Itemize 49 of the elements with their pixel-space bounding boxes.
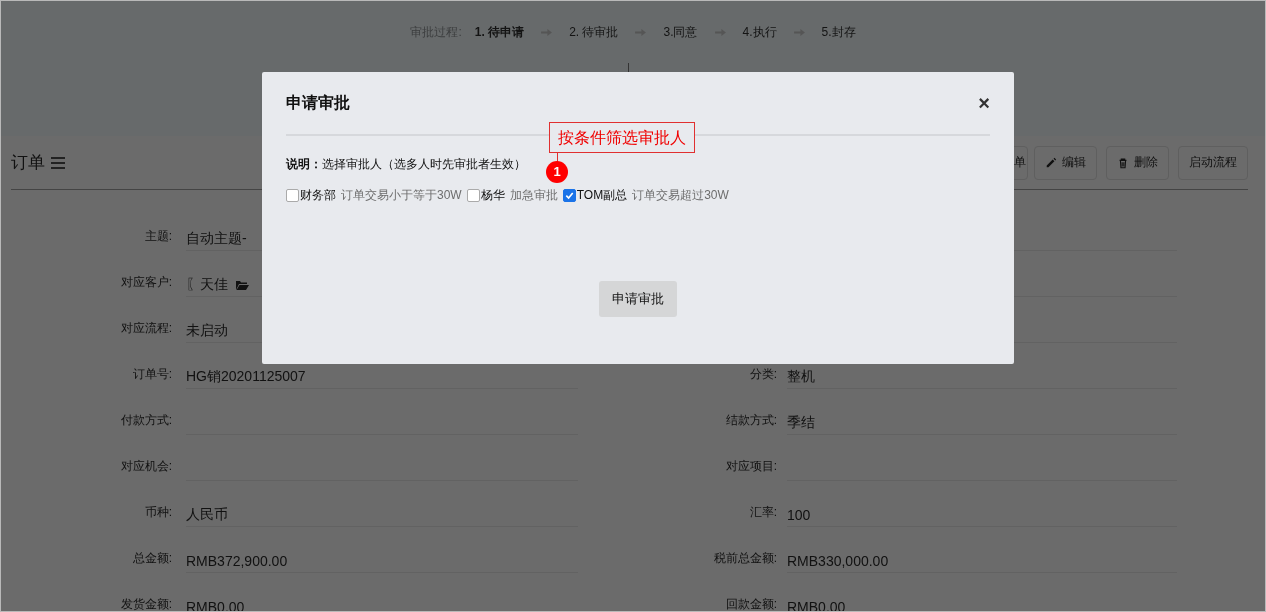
field-label: 订单号:: [131, 366, 173, 383]
description-text: 说明：选择审批人（选多人时先审批者生效）: [286, 156, 526, 173]
approver-condition: 订单交易小于等于30W: [341, 187, 462, 204]
field-label: 结款方式:: [724, 412, 778, 429]
process-step: 4.执行: [742, 24, 777, 41]
field-value: 100: [787, 494, 1177, 527]
toolbar-button[interactable]: 启动流程: [1178, 145, 1248, 180]
field-label: 总金额:: [131, 550, 173, 567]
trash-icon: [1117, 156, 1129, 169]
value-text: 〖天佳: [186, 276, 228, 294]
field-label: 分类:: [748, 366, 778, 383]
field-label: 回款金额:: [724, 596, 778, 611]
approver-name[interactable]: TOM副总: [576, 187, 628, 204]
field-label: 税前总金额:: [712, 550, 778, 567]
page-title: 订单: [11, 152, 45, 174]
field-label: 对应客户:: [119, 274, 173, 291]
approver-condition: 加急审批: [509, 187, 558, 204]
field-label: 对应机会:: [119, 458, 173, 475]
menu-icon[interactable]: [51, 156, 65, 169]
field-label: 发货金额:: [119, 596, 173, 611]
field-label: 对应流程:: [119, 320, 173, 337]
toolbar-button[interactable]: 编辑: [1034, 145, 1097, 180]
field-value: RMB330,000.00: [787, 540, 1177, 573]
process-step: 1. 待申请: [474, 24, 525, 41]
checkbox[interactable]: [562, 189, 576, 202]
approver-name[interactable]: 财务部: [300, 187, 336, 204]
dialog-title: 申请审批: [286, 92, 350, 113]
close-button[interactable]: ×: [978, 91, 990, 115]
toolbar-button[interactable]: 删除: [1106, 145, 1169, 180]
field-value: 季结: [787, 402, 1177, 435]
field-label: 汇率:: [748, 504, 778, 521]
annotation-callout: 按条件筛选审批人: [549, 122, 695, 153]
leader-line: [557, 152, 558, 162]
checkbox[interactable]: [286, 189, 299, 202]
folder-icon: [234, 278, 250, 292]
pencil-icon: [1045, 156, 1057, 169]
submit-button[interactable]: 申请审批: [599, 281, 677, 317]
field-value: RMB372,900.00: [186, 540, 578, 573]
approver-condition: 订单交易超过30W: [632, 187, 729, 204]
field-value: 人民币: [186, 494, 578, 527]
process-step: 5.封存: [821, 24, 856, 41]
field-label: 对应项目:: [724, 458, 778, 475]
process-step: 2. 待审批: [569, 24, 619, 41]
field-label: 主题:: [143, 228, 173, 245]
checkbox[interactable]: [466, 189, 480, 202]
field-label: 币种:: [143, 504, 173, 521]
process-step: 3.同意: [663, 24, 698, 41]
field-label: 付款方式:: [119, 412, 173, 429]
approver-name[interactable]: 杨华: [480, 187, 505, 204]
